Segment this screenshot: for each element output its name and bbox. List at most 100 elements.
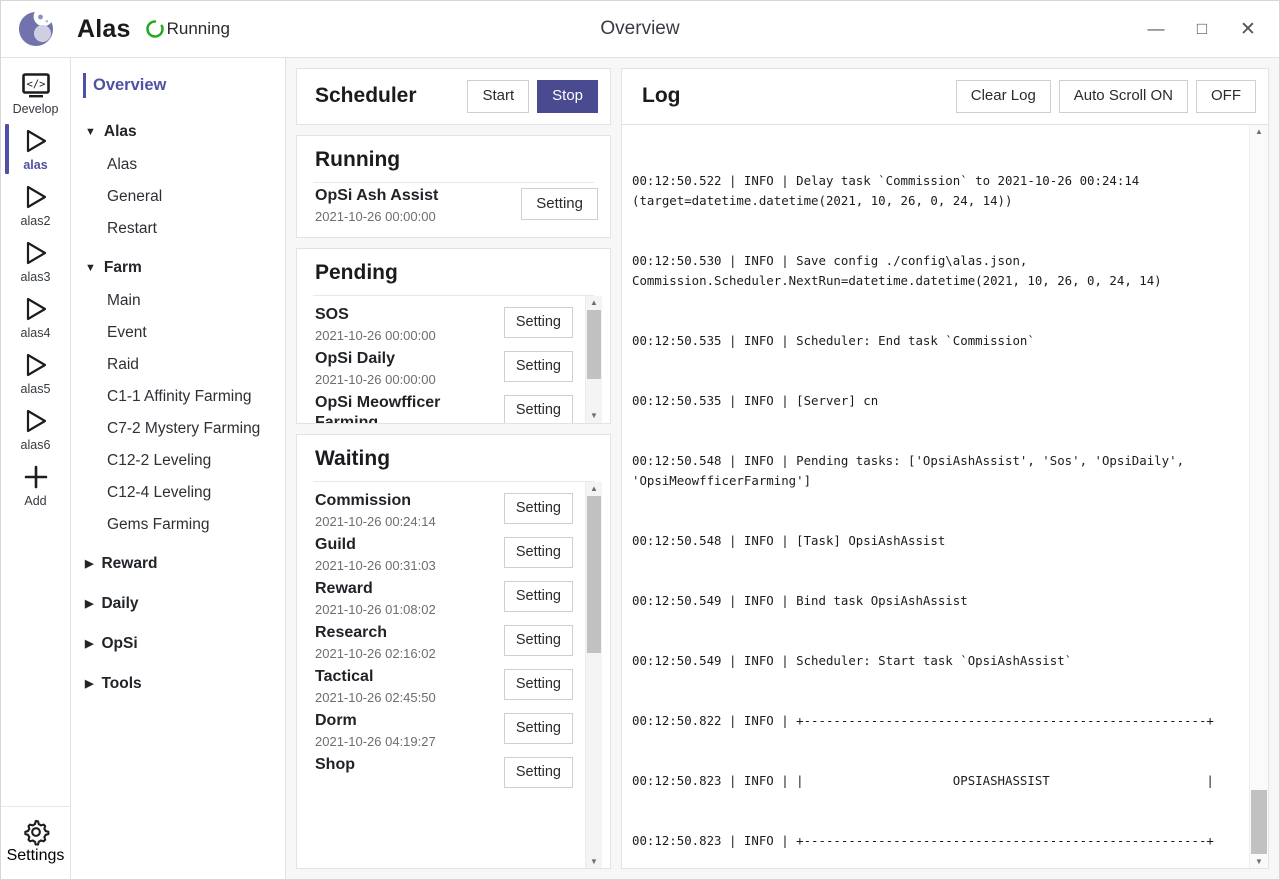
nav-item-main[interactable]: Main [71, 285, 285, 317]
setting-button[interactable]: Setting [504, 713, 573, 745]
rail-item-alas3[interactable]: alas3 [1, 232, 71, 288]
scroll-down-icon[interactable]: ▼ [586, 854, 602, 868]
scroll-up-icon[interactable]: ▲ [586, 296, 602, 310]
task-name: Reward [315, 579, 504, 599]
task-row: OpSi Daily 2021-10-26 00:00:00 Setting [297, 346, 585, 390]
nav-group-opsi[interactable]: ▶ OpSi [71, 627, 285, 661]
setting-button[interactable]: Setting [504, 581, 573, 613]
scroll-up-icon[interactable]: ▲ [1250, 125, 1268, 139]
auto-scroll-on-button[interactable]: Auto Scroll ON [1059, 80, 1188, 113]
nav-group-tools[interactable]: ▶ Tools [71, 667, 285, 701]
nav-group-label: Alas [104, 123, 137, 141]
scheduler-title: Scheduler [315, 84, 459, 108]
task-info: Research 2021-10-26 02:16:02 [315, 623, 504, 661]
caret-right-icon: ▶ [85, 599, 93, 610]
scrollbar-thumb[interactable] [587, 310, 601, 379]
pending-task-list: SOS 2021-10-26 00:00:00 Setting OpSi Dai… [297, 296, 585, 423]
svg-text:</>: </> [26, 79, 45, 91]
task-time: 2021-10-26 00:31:03 [315, 558, 504, 573]
scroll-down-icon[interactable]: ▼ [586, 409, 602, 423]
nav-item-c12-4-leveling[interactable]: C12-4 Leveling [71, 477, 285, 509]
rail-label: alas2 [21, 214, 51, 228]
waiting-scrollbar[interactable]: ▲ ▼ [585, 482, 602, 869]
rail-item-develop[interactable]: </> Develop [1, 66, 71, 120]
task-name: OpSi Meowfficer Farming [315, 393, 504, 423]
rail-item-alas2[interactable]: alas2 [1, 176, 71, 232]
rail-item-alas4[interactable]: alas4 [1, 288, 71, 344]
task-time: 2021-10-26 04:19:27 [315, 734, 504, 749]
nav-item-alas[interactable]: Alas [71, 149, 285, 181]
setting-button[interactable]: Setting [504, 395, 573, 423]
log-output[interactable]: 00:12:50.522 | INFO | Delay task `Commis… [622, 125, 1249, 869]
maximize-button[interactable]: □ [1179, 9, 1225, 49]
log-line: 00:12:50.548 | INFO | Pending tasks: ['O… [632, 451, 1243, 491]
stop-button[interactable]: Stop [537, 80, 598, 113]
task-row: Tactical 2021-10-26 02:45:50 Setting [297, 664, 585, 708]
nav-item-gems-farming[interactable]: Gems Farming [71, 509, 285, 541]
nav-item-c7-2-mystery-farming[interactable]: C7-2 Mystery Farming [71, 413, 285, 445]
scrollbar-thumb[interactable] [1251, 790, 1267, 854]
log-card: Log Clear Log Auto Scroll ON OFF 00:12:5… [621, 68, 1269, 869]
scrollbar-track[interactable] [1250, 139, 1268, 855]
setting-button[interactable]: Setting [504, 493, 573, 525]
nav-group-daily[interactable]: ▶ Daily [71, 587, 285, 621]
task-name: OpSi Ash Assist [315, 186, 521, 206]
rail-item-alas[interactable]: alas [1, 120, 71, 176]
scrollbar-track[interactable] [586, 310, 602, 409]
nav-group-reward[interactable]: ▶ Reward [71, 547, 285, 581]
code-icon: </> [21, 73, 51, 99]
setting-button[interactable]: Setting [504, 537, 573, 569]
gear-icon [21, 817, 51, 847]
scrollbar-track[interactable] [586, 496, 602, 855]
rail-label: Develop [13, 102, 59, 116]
log-body: 00:12:50.522 | INFO | Delay task `Commis… [622, 125, 1268, 869]
rail-item-alas6[interactable]: alas6 [1, 400, 71, 456]
setting-button[interactable]: Setting [504, 307, 573, 339]
log-line: 00:12:50.823 | INFO | +-----------------… [632, 831, 1243, 851]
minimize-button[interactable]: — [1133, 9, 1179, 49]
play-icon [21, 295, 51, 323]
main-content: Scheduler Start Stop Running Op [286, 58, 1279, 879]
nav-item-raid[interactable]: Raid [71, 349, 285, 381]
start-button[interactable]: Start [467, 80, 529, 113]
task-time: 2021-10-26 00:00:00 [315, 372, 504, 387]
rail-label: alas6 [21, 438, 51, 452]
clear-log-button[interactable]: Clear Log [956, 80, 1051, 113]
task-action: Setting [521, 186, 598, 221]
auto-scroll-off-button[interactable]: OFF [1196, 80, 1256, 113]
scrollbar-thumb[interactable] [587, 496, 601, 654]
play-icon [21, 407, 51, 435]
nav-item-overview[interactable]: Overview [71, 72, 285, 99]
running-task-list: OpSi Ash Assist 2021-10-26 00:00:00 Sett… [297, 183, 610, 237]
nav-group-farm[interactable]: ▼ Farm [71, 251, 285, 285]
setting-button[interactable]: Setting [521, 188, 598, 221]
pending-scrollbar[interactable]: ▲ ▼ [585, 296, 602, 423]
task-row: Research 2021-10-26 02:16:02 Setting [297, 620, 585, 664]
setting-button[interactable]: Setting [504, 757, 573, 789]
task-row: OpSi Meowfficer Farming Setting [297, 390, 585, 423]
rail-item-alas5[interactable]: alas5 [1, 344, 71, 400]
rail-item-settings[interactable]: Settings [1, 806, 71, 879]
task-info: OpSi Ash Assist 2021-10-26 00:00:00 [315, 186, 521, 224]
rail-item-add[interactable]: Add [1, 456, 71, 512]
nav-item-c12-2-leveling[interactable]: C12-2 Leveling [71, 445, 285, 477]
scroll-up-icon[interactable]: ▲ [586, 482, 602, 496]
scroll-down-icon[interactable]: ▼ [1250, 854, 1268, 868]
rail-label: alas3 [21, 270, 51, 284]
nav-item-c1-1-affinity-farming[interactable]: C1-1 Affinity Farming [71, 381, 285, 413]
task-name: Shop [315, 755, 504, 775]
caret-right-icon: ▶ [85, 679, 93, 690]
nav-item-general[interactable]: General [71, 181, 285, 213]
nav-item-event[interactable]: Event [71, 317, 285, 349]
setting-button[interactable]: Setting [504, 625, 573, 657]
log-buttons: Clear Log Auto Scroll ON OFF [948, 80, 1256, 113]
nav-group-alas[interactable]: ▼ Alas [71, 115, 285, 149]
log-line: 00:12:50.549 | INFO | Scheduler: Start t… [632, 651, 1243, 671]
setting-button[interactable]: Setting [504, 351, 573, 383]
setting-button[interactable]: Setting [504, 669, 573, 701]
play-icon [21, 239, 51, 267]
log-scrollbar[interactable]: ▲ ▼ [1249, 125, 1268, 869]
nav-item-restart[interactable]: Restart [71, 213, 285, 245]
close-button[interactable]: ✕ [1225, 9, 1271, 49]
app-body: </> Develop alas alas2 [1, 57, 1279, 879]
